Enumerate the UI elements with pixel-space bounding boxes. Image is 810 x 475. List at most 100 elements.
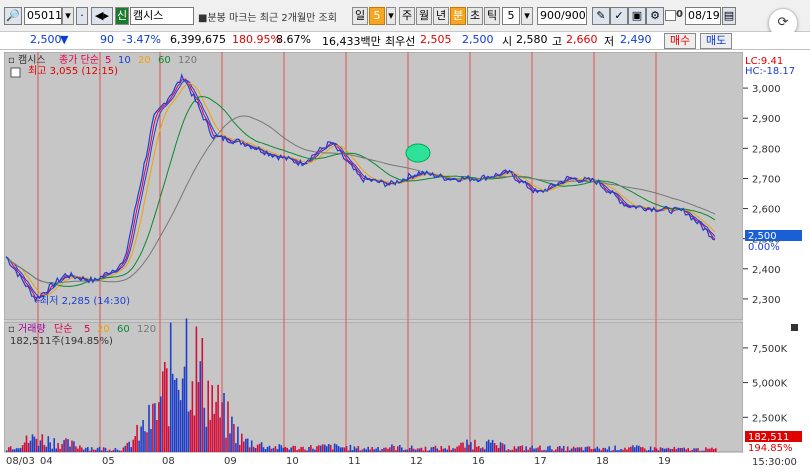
volume-bar	[410, 445, 413, 452]
volume-bar	[525, 446, 527, 452]
volume-bar	[412, 448, 415, 452]
volume-bar	[444, 448, 446, 452]
period-dropdown[interactable]: ▾	[386, 7, 396, 25]
volume-value: 6,399,675	[170, 33, 226, 46]
volume-bar	[187, 411, 190, 452]
period-year-button[interactable]: 년	[433, 7, 449, 25]
period-week-button[interactable]: 주	[399, 7, 415, 25]
period-5-button[interactable]: 5	[369, 7, 385, 25]
date-input[interactable]: 08/19	[685, 7, 721, 25]
volume-bar	[122, 447, 125, 452]
stock-search-icon[interactable]: 🔎	[4, 7, 22, 25]
code-next-icon[interactable]: ·	[76, 7, 88, 25]
volume-bar	[620, 449, 622, 452]
volume-bar	[491, 439, 494, 452]
speaker-icon[interactable]: ◀▸	[91, 7, 113, 25]
volume-bar	[645, 450, 648, 452]
volume-bar	[339, 447, 342, 452]
volume-bar	[79, 445, 81, 452]
volume-bar	[126, 442, 129, 452]
stock-name-field[interactable]: 캠시스	[130, 7, 194, 25]
minute-mark-icon[interactable]	[405, 143, 431, 163]
buy-button[interactable]: 매수	[664, 33, 697, 49]
code-dropdown-button[interactable]: ▾	[62, 7, 74, 25]
grid-toggle-icon[interactable]	[10, 67, 21, 78]
volume-bar	[69, 446, 71, 452]
count-input[interactable]: 900/900	[537, 7, 587, 25]
volume-bar	[341, 447, 344, 452]
volume-bar	[395, 450, 397, 452]
volume-tick-label: 7,500K	[752, 344, 788, 355]
volume-bar	[622, 449, 624, 452]
volume-bar	[580, 447, 583, 452]
date-checkbox[interactable]	[665, 10, 676, 21]
period-tick-button[interactable]: 틱	[484, 7, 500, 25]
volume-bar	[209, 420, 211, 452]
price-tick-label: 2,400	[752, 265, 781, 276]
volume-bar	[325, 446, 328, 452]
volume-bar	[401, 447, 403, 452]
volume-bar	[361, 449, 364, 452]
volume-bar	[695, 448, 697, 452]
volume-bar	[304, 449, 306, 452]
volume-bar	[152, 403, 154, 452]
volume-bar	[294, 445, 296, 452]
period-day-button[interactable]: 일	[352, 7, 368, 25]
volume-bar	[13, 449, 16, 452]
volume-bar	[171, 373, 174, 452]
volume-bar	[181, 378, 184, 452]
stock-code-input[interactable]: 050110	[24, 7, 62, 25]
volume-bar	[535, 448, 537, 452]
volume-bar	[21, 445, 24, 452]
settings-icon[interactable]: ⚙	[646, 7, 664, 25]
volume-ma-legend-120: 120	[137, 324, 156, 335]
ma-legend-60: 60	[158, 55, 171, 66]
volume-bar	[31, 434, 34, 452]
volume-legend-name[interactable]: 거래량	[18, 323, 46, 335]
volume-bar	[466, 439, 468, 452]
volume-bar	[144, 431, 146, 452]
draw-icon[interactable]: ✓	[610, 7, 628, 25]
volume-bar	[8, 447, 10, 452]
volume-bar	[483, 449, 486, 452]
down-arrow-icon: ▼	[60, 33, 69, 46]
calendar-icon[interactable]: ▤	[722, 7, 736, 25]
volume-bar	[41, 434, 44, 452]
interval-input[interactable]: 5	[502, 7, 520, 25]
volume-bar	[306, 450, 308, 452]
period-minute-button[interactable]: 분	[450, 7, 466, 25]
volume-bar	[553, 450, 555, 452]
sell-button[interactable]: 매도	[700, 33, 733, 49]
volume-bar	[586, 446, 589, 452]
volume-bar	[67, 439, 69, 452]
price-legend-name[interactable]: 캠시스	[18, 54, 46, 66]
price-plot-bg	[4, 52, 744, 321]
chart-area[interactable]: 3,000 2,900 2,800 2,700 2,600 2,500 2,400 2,300…	[4, 52, 806, 473]
volume-bar	[102, 447, 105, 452]
time-axis: 08/03 04 05 08 09 10 11 12 16 17 18 19	[6, 456, 671, 467]
volume-bar	[266, 446, 269, 452]
volume-legend-marker: ▫	[8, 324, 15, 335]
volume-bar	[130, 447, 132, 452]
volume-bar	[707, 448, 709, 452]
period-second-button[interactable]: 초	[467, 7, 483, 25]
volume-bar	[63, 440, 65, 452]
volume-bar	[420, 447, 423, 452]
volume-bar	[564, 450, 567, 452]
volume-bar	[649, 446, 652, 452]
period-month-button[interactable]: 월	[416, 7, 432, 25]
volume-bar	[158, 402, 160, 452]
price-tick-label: 2,300	[752, 295, 781, 306]
volume-legend-ma-label[interactable]: 단순	[54, 323, 72, 335]
volume-bar	[227, 401, 229, 452]
volume-bar	[653, 447, 656, 452]
volume-bar	[367, 446, 369, 452]
ma-legend-120: 120	[178, 55, 197, 66]
panel-close-icon[interactable]	[791, 324, 798, 331]
volume-bar	[559, 446, 561, 452]
volume-bar	[327, 444, 330, 452]
interval-dropdown[interactable]: ▾	[521, 7, 533, 25]
tools-icon[interactable]: ✎	[592, 7, 610, 25]
save-icon[interactable]: ▣	[628, 7, 646, 25]
price-legend-ma-label[interactable]: 종가 단순	[59, 54, 99, 66]
